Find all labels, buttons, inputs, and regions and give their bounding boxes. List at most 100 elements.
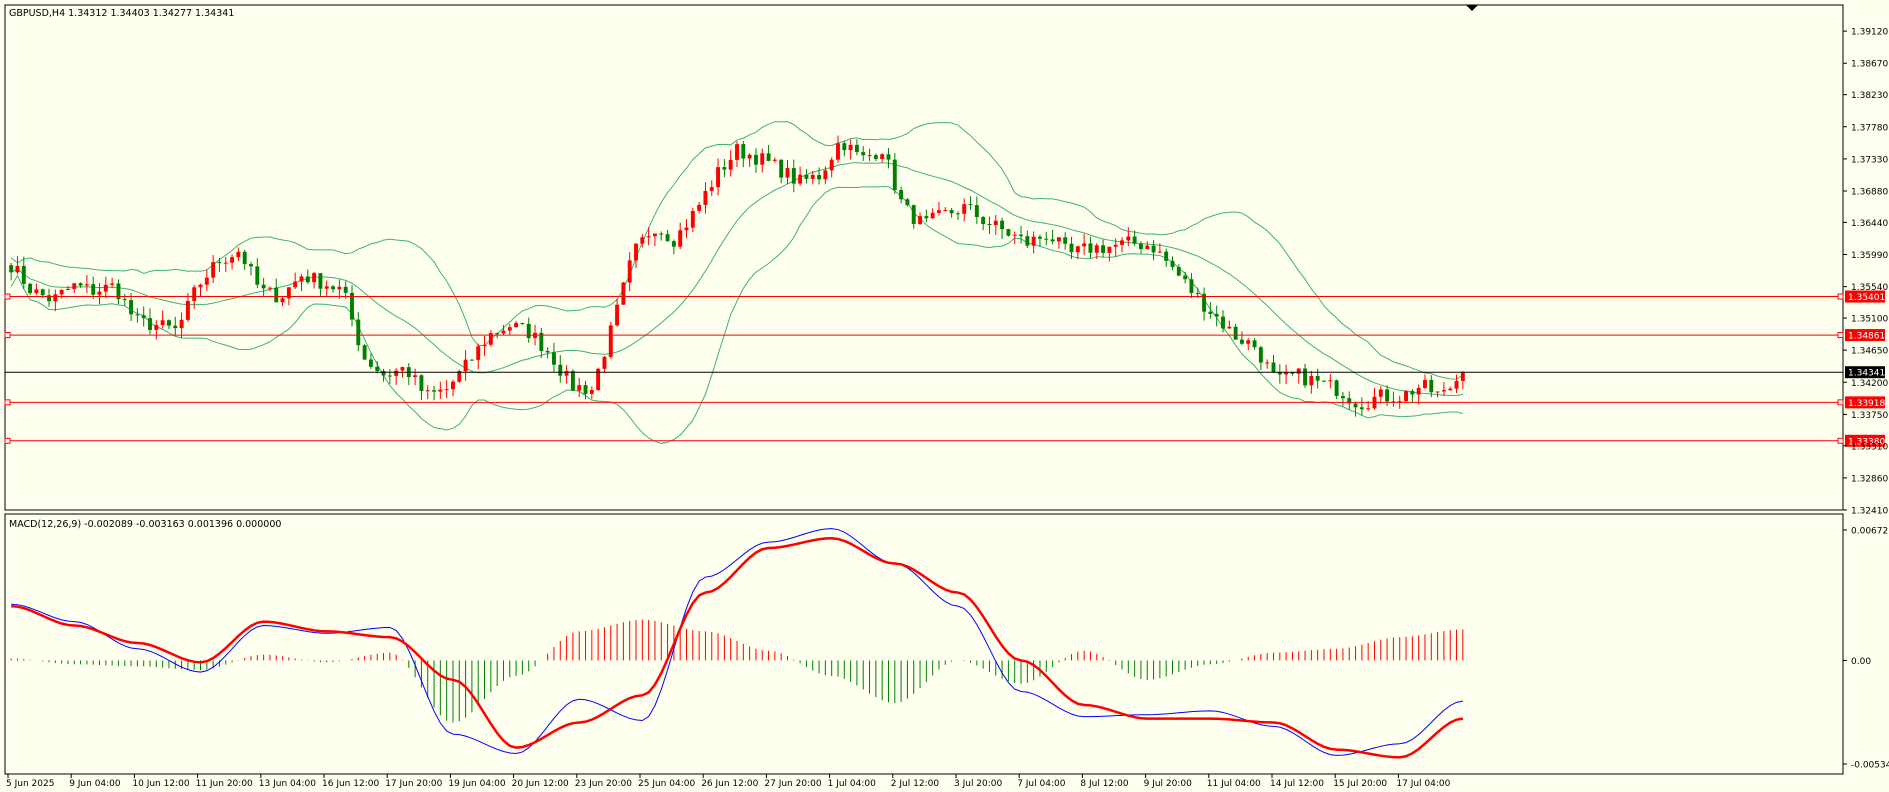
candle-body	[293, 281, 298, 288]
candle-body	[312, 273, 317, 283]
candle-body	[1435, 391, 1440, 393]
candle-body	[627, 260, 632, 283]
candle-body	[823, 170, 828, 180]
candle-body	[804, 174, 809, 179]
macd-axis: 0.006727 0.00 -0.005342	[1843, 527, 1889, 771]
level-anchor-right	[1837, 293, 1844, 300]
candle-body	[520, 323, 525, 325]
candle-body	[1221, 316, 1225, 329]
time-tick-label: 15 Jul 20:00	[1333, 779, 1387, 789]
candle-body	[873, 155, 878, 159]
time-tick-label: 1 Jul 04:00	[828, 779, 877, 789]
candle-body	[1353, 403, 1358, 408]
candle-body	[1176, 267, 1181, 276]
candle-body	[1246, 340, 1251, 344]
candle-body	[772, 159, 777, 161]
macd-indicator-title: MACD(12,26,9) -0.002089 -0.003163 0.0013…	[9, 519, 281, 530]
candle-body	[1208, 311, 1213, 314]
candle-body	[280, 298, 285, 303]
candle-body	[337, 286, 342, 290]
candle-body	[1233, 326, 1238, 340]
candle-body	[1322, 380, 1326, 382]
candle-body	[192, 287, 197, 301]
candle-body	[665, 234, 670, 242]
candle-body	[1101, 245, 1106, 253]
candle-body	[1063, 237, 1068, 244]
candle-body	[747, 154, 752, 159]
candle-body	[413, 375, 418, 378]
time-tick-label: 9 Jul 20:00	[1144, 779, 1193, 789]
price-tick-label: 1.39120	[1851, 28, 1888, 38]
candle-body	[15, 265, 20, 273]
level-anchor-right	[1837, 332, 1844, 339]
candle-body	[886, 154, 891, 160]
candle-body	[817, 174, 822, 180]
trading-chart-window[interactable]: GBPUSD,H4 1.34312 1.34403 1.34277 1.3434…	[0, 0, 1889, 792]
time-tick-label: 13 Jun 04:00	[259, 779, 316, 789]
price-tick-label: 1.36440	[1851, 219, 1888, 229]
candle-body	[1019, 234, 1023, 237]
candle-body	[930, 212, 935, 219]
candle-body	[1328, 380, 1333, 382]
candle-body	[1094, 245, 1099, 253]
time-tick-label: 11 Jul 04:00	[1207, 779, 1261, 789]
time-tick-label: 17 Jul 04:00	[1396, 779, 1450, 789]
candle-body	[1157, 251, 1162, 253]
chart-canvas[interactable]: GBPUSD,H4 1.34312 1.34403 1.34277 1.3434…	[0, 0, 1889, 792]
time-tick-label: 3 Jul 20:00	[954, 779, 1003, 789]
current-price-label: 1.34341	[1848, 369, 1885, 379]
candle-body	[615, 304, 620, 326]
candle-body	[514, 323, 519, 328]
candle-body	[577, 385, 582, 391]
price-tick-label: 1.35540	[1851, 283, 1888, 293]
candle-body	[274, 287, 279, 303]
candle-body	[791, 168, 796, 184]
candle-body	[848, 144, 853, 151]
candle-body	[1107, 246, 1112, 253]
candle-body	[236, 251, 241, 258]
candle-body	[949, 210, 954, 214]
candle-body	[66, 288, 70, 290]
candle-body	[1404, 390, 1408, 402]
candle-body	[1113, 244, 1118, 247]
candle-body	[1334, 380, 1339, 397]
candle-body	[842, 143, 847, 151]
candle-body	[1132, 236, 1137, 244]
candle-body	[640, 237, 645, 244]
time-tick-label: 23 Jun 20:00	[575, 779, 632, 789]
level-anchor-right	[1837, 437, 1844, 444]
candle-body	[122, 299, 127, 301]
candle-body	[482, 344, 487, 347]
candle-body	[40, 289, 45, 296]
candle-body	[1183, 275, 1188, 280]
level-price-label: 1.33918	[1848, 399, 1885, 409]
level-anchor-right	[1837, 399, 1844, 406]
time-tick-label: 2 Jul 12:00	[891, 779, 940, 789]
candle-body	[1454, 380, 1459, 389]
candle-body	[1082, 243, 1087, 247]
candle-body	[387, 375, 392, 377]
price-tick-label: 1.33750	[1851, 411, 1888, 421]
price-tick-label: 1.32410	[1851, 507, 1888, 517]
candle-body	[21, 265, 26, 284]
candle-body	[1385, 389, 1390, 402]
candle-body	[974, 205, 979, 218]
macd-tick-label: 0.006727	[1851, 527, 1889, 537]
candle-body	[419, 375, 424, 391]
time-tick-label: 16 Jun 12:00	[322, 779, 379, 789]
candle-body	[318, 273, 323, 289]
candle-body	[810, 174, 815, 179]
candle-body	[570, 371, 575, 391]
candle-body	[129, 300, 134, 315]
candle-body	[1189, 279, 1194, 294]
candle-body	[1227, 326, 1232, 329]
candle-body	[1252, 340, 1257, 348]
time-tick-label: 17 Jun 20:00	[385, 779, 442, 789]
candle-body	[905, 199, 910, 206]
candle-body	[84, 284, 89, 286]
candle-body	[1075, 246, 1080, 253]
candle-body	[476, 346, 481, 360]
candle-body	[1006, 229, 1011, 236]
time-tick-label: 9 Jun 04:00	[69, 779, 121, 789]
candle-body	[722, 167, 727, 170]
